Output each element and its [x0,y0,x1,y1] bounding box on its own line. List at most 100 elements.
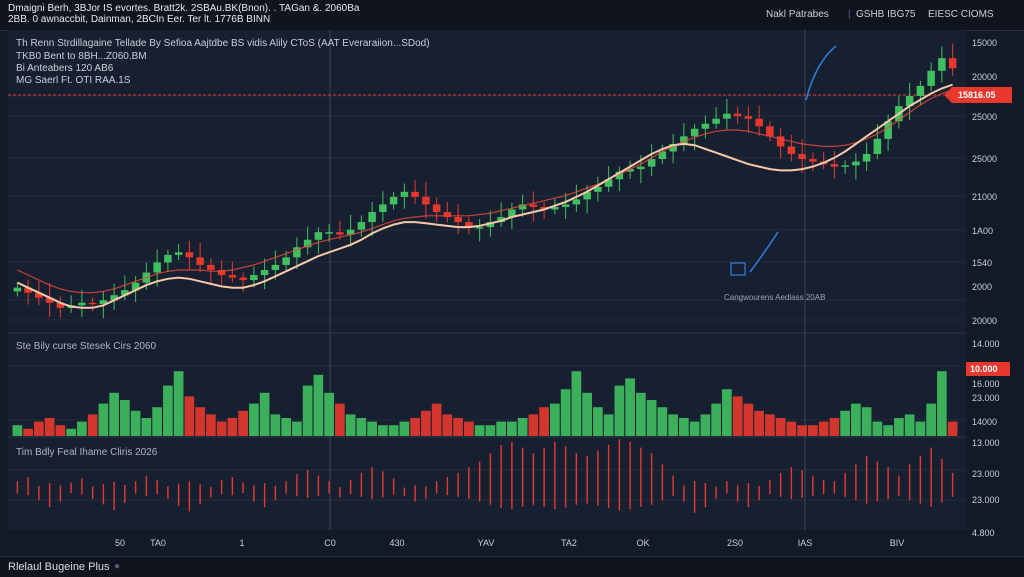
candle-body [830,164,839,167]
volume-bar [550,403,560,436]
volume-bar [152,407,162,436]
volume-bar [324,392,334,436]
volume-bar [184,396,195,436]
volume-bar [302,385,313,436]
volume-bar [829,418,840,436]
volume-bar [23,428,33,436]
volume-bar [442,414,453,436]
volume-bar [12,425,23,436]
price-tick-label: 20000 [972,316,997,326]
candle-body [927,70,935,86]
volume-bar [388,425,399,436]
candle-body [916,85,925,96]
volume-bar [894,418,904,436]
volume-panel-title: Ste Bily curse Stesek Cirs 2060 [16,341,157,352]
volume-bar [77,421,87,436]
volume-bar [453,418,463,436]
volume-bar [44,418,55,436]
volume-bar [195,407,205,436]
candle-body [766,126,774,137]
volume-bar [313,374,324,436]
volume-bar [571,371,582,436]
volume-bar [625,378,635,436]
volume-bar [281,418,291,436]
oscillator-panel [16,439,954,513]
candle-body [948,58,957,69]
x-tick-label: IAS [798,538,813,548]
candle-body [841,165,849,167]
indicator-line-2: TKB0 Bent to 8BH...Z060.BM [16,51,147,62]
volume-bar [141,418,152,436]
volume-bar [786,421,797,436]
volume-bar [937,371,947,436]
footer-bar: Rlelaul Bugeine Plus ● [0,556,1024,577]
oscillator-tick-label: 13.000 [972,438,1000,448]
candle-body [314,232,323,240]
oscillator-tick-label: 23.000 [972,495,1000,505]
indicator-line-1: Th Renn Strdillagaine Tellade By Sefioa … [16,38,430,49]
candle-body [164,254,172,263]
candle-body [422,196,430,205]
volume-bar [227,418,238,436]
candle-body [325,232,333,234]
candle-body [282,257,290,265]
volume-bar [528,414,539,436]
volume-bar [66,428,76,436]
current-price-label: 15816.05 [958,90,996,100]
candle-body [637,166,645,170]
candle-body [561,204,570,207]
oscillator-panel-title: Tim Bdly Feal Ihame Cliris 2026 [16,447,158,458]
volume-bar [646,400,657,436]
volume-bar [614,385,625,436]
candle-body [13,287,22,292]
volume-bar [517,418,528,436]
candle-body [873,138,882,154]
volume-bar [249,403,259,436]
candle-body [411,191,419,197]
volume-bar [915,421,926,436]
volume-bar [216,421,227,436]
candle-body [389,196,398,205]
annotation-label: Cangwourens Aedlass 20AB [724,293,826,302]
volume-bar [593,407,603,436]
volume-bar [55,425,66,436]
volume-bar [711,403,721,436]
volume-bar [410,418,420,436]
volume-bar [130,410,141,436]
chart-svg[interactable]: 15000 20000 25000 25000 21000 1A00 1540 2000 200… [0,0,1024,576]
candle-body [690,128,699,137]
volume-bar [163,385,173,436]
volume-marker-label: 10.000 [970,364,998,374]
volume-bar [292,421,302,436]
volume-bar [474,425,485,436]
candle-body [712,118,720,124]
volume-bar [818,421,829,436]
candle-body [357,222,366,230]
candle-body [78,302,86,306]
volume-bar [754,410,764,436]
volume-bar [668,414,678,436]
x-tick-label: BIV [890,538,905,548]
volume-bar [775,418,786,436]
candle-body [454,217,462,223]
volume-bar [636,392,646,436]
volume-bar [335,403,345,436]
trend-arrow-upper [805,45,837,101]
volume-bar [797,425,807,436]
indicator-line-4: MG Saerl Ft. OTI RAA.1S [16,75,131,86]
candle-body [529,204,538,207]
volume-bar [539,407,549,436]
footer-dot-icon[interactable]: ● [114,561,120,572]
candle-body [228,275,237,278]
candle-body [475,227,484,229]
x-tick-label: TA2 [561,538,577,548]
candle-body [336,232,344,235]
candle-body [432,204,441,212]
volume-bar [689,421,700,436]
candle-body [174,252,183,255]
volume-bar [700,414,711,436]
candle-body [196,257,204,265]
annotation-box-icon [730,262,746,276]
candle-body [400,191,409,197]
candle-body [755,118,763,127]
